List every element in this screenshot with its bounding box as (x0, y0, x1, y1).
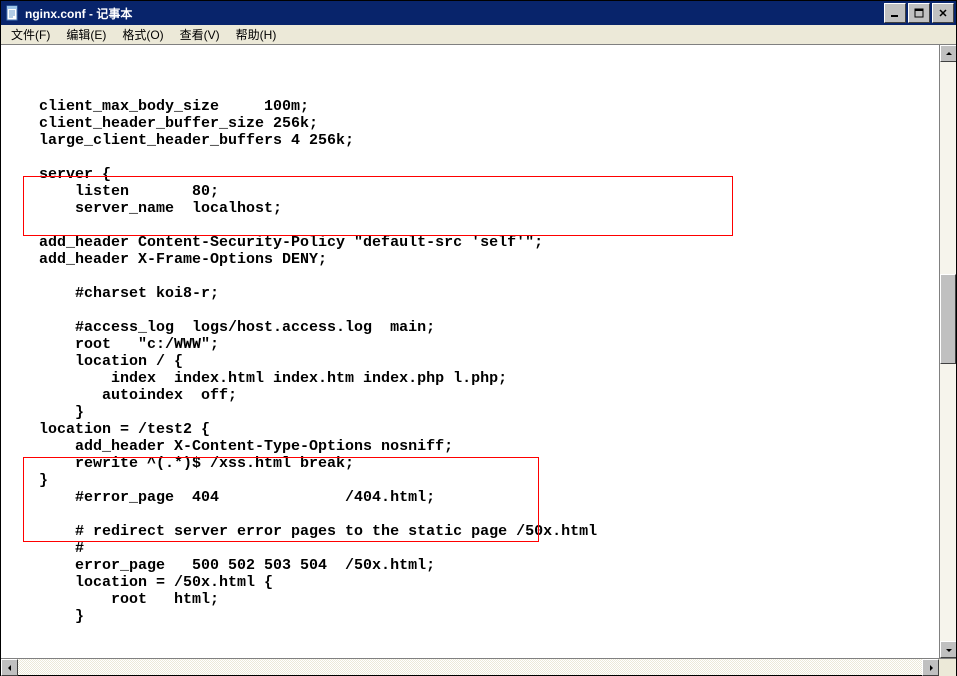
vertical-scrollbar[interactable] (939, 45, 956, 658)
menu-format[interactable]: 格式(O) (114, 24, 171, 45)
menu-file[interactable]: 文件(F) (3, 24, 58, 45)
code-line[interactable]: rewrite ^(.*)$ /xss.html break; (1, 455, 939, 472)
code-line[interactable] (1, 302, 939, 319)
code-line[interactable]: autoindex off; (1, 387, 939, 404)
notepad-window: nginx.conf - 记事本 文件(F) 编辑(E) 格式(O) 查看(V)… (0, 0, 957, 676)
menu-edit[interactable]: 编辑(E) (58, 24, 114, 45)
scroll-thumb-vertical[interactable] (940, 274, 956, 364)
window-title: nginx.conf - 记事本 (25, 5, 882, 22)
code-line[interactable]: server { (1, 166, 939, 183)
scroll-right-button[interactable] (922, 659, 939, 676)
code-line[interactable]: listen 80; (1, 183, 939, 200)
code-line[interactable] (1, 268, 939, 285)
text-editor[interactable]: client_max_body_size 100m; client_header… (1, 45, 939, 658)
code-line[interactable]: client_header_buffer_size 256k; (1, 115, 939, 132)
code-line[interactable] (1, 217, 939, 234)
maximize-button[interactable] (908, 3, 930, 23)
code-line[interactable] (1, 506, 939, 523)
window-controls (882, 3, 954, 23)
code-line[interactable]: #error_page 404 /404.html; (1, 489, 939, 506)
notepad-icon (5, 5, 21, 21)
horizontal-scrollbar[interactable] (1, 659, 939, 675)
scroll-up-button[interactable] (940, 45, 956, 62)
code-line[interactable]: error_page 500 502 503 504 /50x.html; (1, 557, 939, 574)
menu-view[interactable]: 查看(V) (172, 24, 228, 45)
code-line[interactable]: root "c:/WWW"; (1, 336, 939, 353)
menu-help[interactable]: 帮助(H) (228, 24, 285, 45)
code-line[interactable]: #access_log logs/host.access.log main; (1, 319, 939, 336)
titlebar[interactable]: nginx.conf - 记事本 (1, 1, 956, 25)
code-line[interactable]: client_max_body_size 100m; (1, 98, 939, 115)
minimize-button[interactable] (884, 3, 906, 23)
scroll-left-button[interactable] (1, 659, 18, 676)
code-line[interactable]: large_client_header_buffers 4 256k; (1, 132, 939, 149)
code-line[interactable]: # redirect server error pages to the sta… (1, 523, 939, 540)
code-line[interactable]: server_name localhost; (1, 200, 939, 217)
code-line[interactable]: # (1, 540, 939, 557)
scroll-track-horizontal[interactable] (18, 659, 922, 675)
code-line[interactable] (1, 149, 939, 166)
code-line[interactable]: } (1, 608, 939, 625)
code-line[interactable]: } (1, 404, 939, 421)
code-line[interactable]: location = /test2 { (1, 421, 939, 438)
code-line[interactable]: add_header X-Content-Type-Options nosnif… (1, 438, 939, 455)
code-line[interactable]: } (1, 472, 939, 489)
code-line[interactable]: index index.html index.htm index.php l.p… (1, 370, 939, 387)
code-line[interactable]: add_header X-Frame-Options DENY; (1, 251, 939, 268)
code-line[interactable]: location / { (1, 353, 939, 370)
code-line[interactable]: root html; (1, 591, 939, 608)
code-line[interactable]: add_header Content-Security-Policy "defa… (1, 234, 939, 251)
scroll-corner (939, 659, 956, 676)
code-line[interactable]: #charset koi8-r; (1, 285, 939, 302)
code-line[interactable]: location = /50x.html { (1, 574, 939, 591)
scroll-track-vertical[interactable] (940, 62, 956, 641)
menubar: 文件(F) 编辑(E) 格式(O) 查看(V) 帮助(H) (1, 25, 956, 45)
close-button[interactable] (932, 3, 954, 23)
scroll-down-button[interactable] (940, 641, 956, 658)
